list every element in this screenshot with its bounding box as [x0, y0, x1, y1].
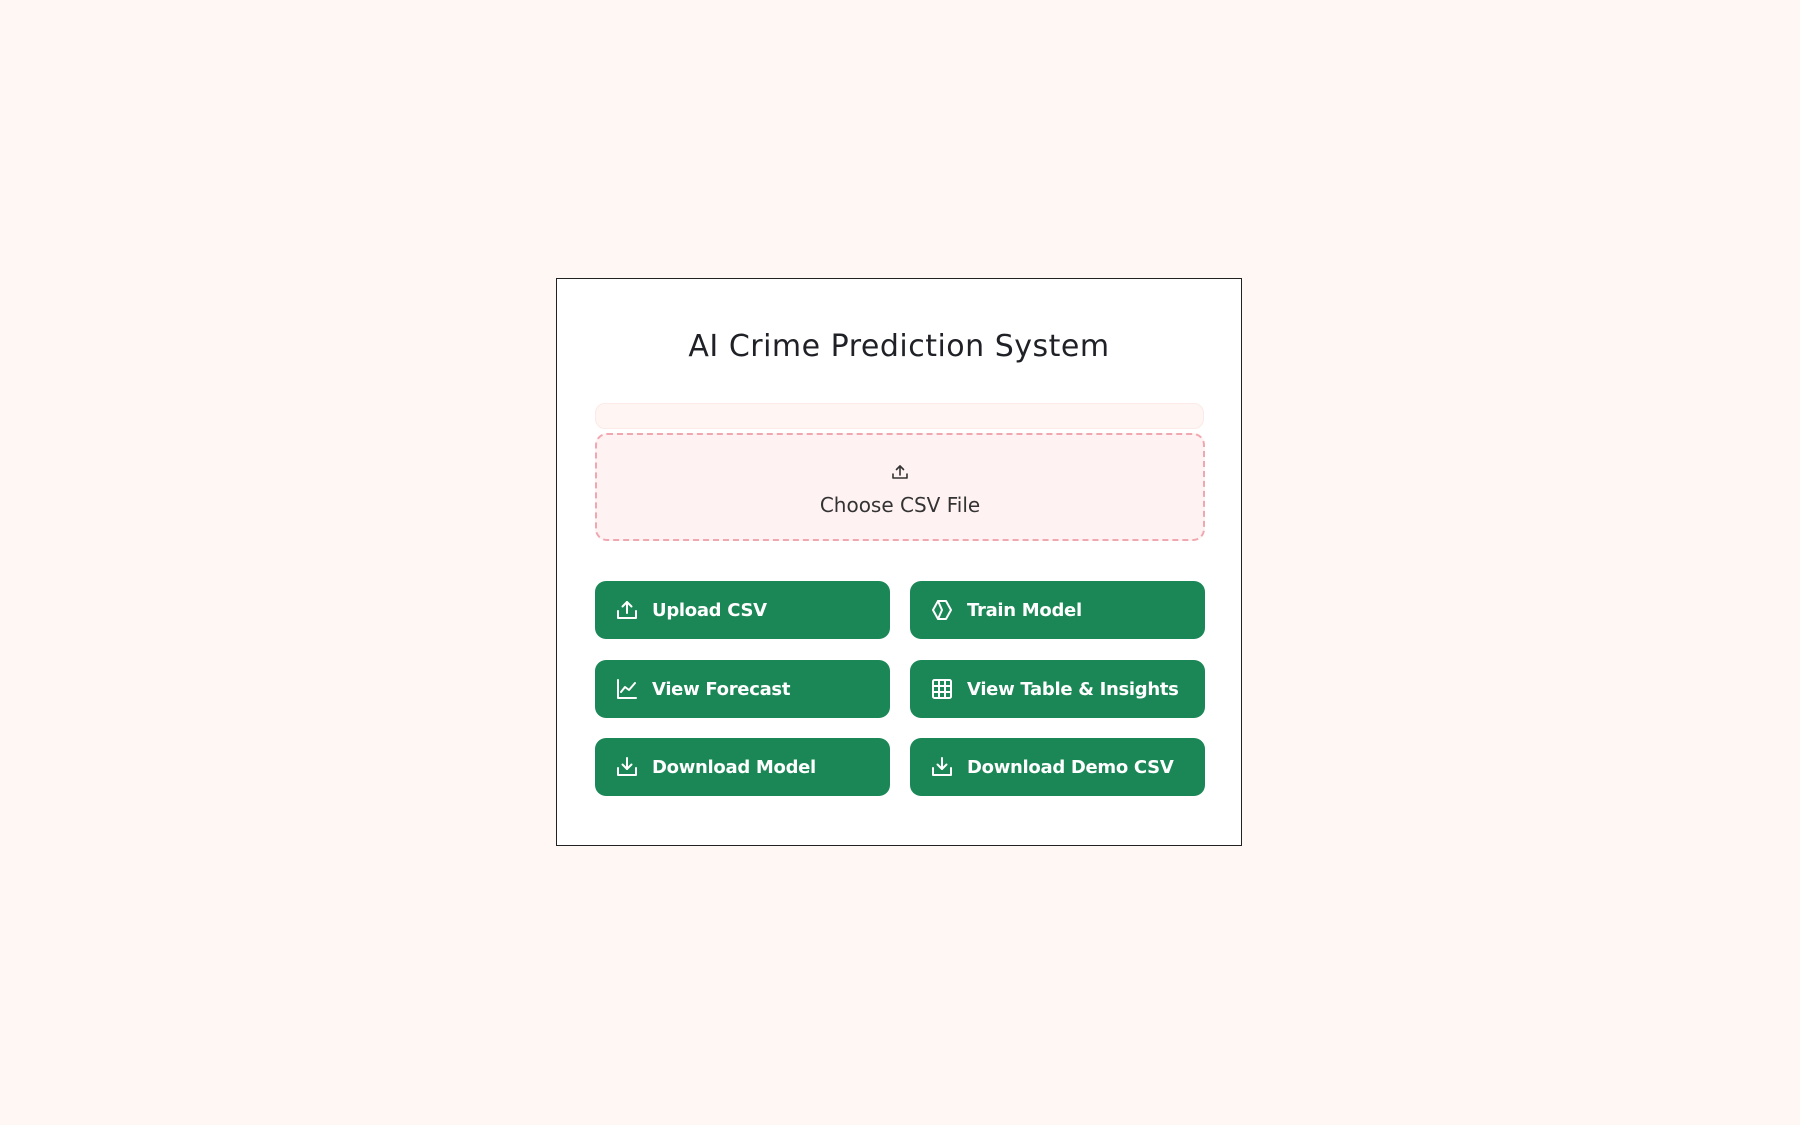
view-table-insights-button[interactable]: View Table & Insights [910, 660, 1205, 718]
download-model-label: Download Model [652, 756, 816, 778]
view-forecast-button[interactable]: View Forecast [595, 660, 890, 718]
file-input-bar[interactable] [595, 403, 1204, 429]
upload-icon [891, 464, 909, 480]
page-title: AI Crime Prediction System [688, 329, 1110, 364]
csv-file-dropzone[interactable]: Choose CSV File [595, 433, 1205, 541]
train-model-label: Train Model [967, 599, 1082, 621]
download-icon [930, 755, 954, 779]
upload-csv-label: Upload CSV [652, 599, 767, 621]
table-grid-icon [930, 677, 954, 701]
dropzone-label: Choose CSV File [819, 493, 981, 517]
upload-icon [615, 598, 639, 622]
train-model-button[interactable]: Train Model [910, 581, 1205, 639]
download-demo-csv-label: Download Demo CSV [967, 756, 1174, 778]
line-chart-icon [615, 677, 639, 701]
download-model-button[interactable]: Download Model [595, 738, 890, 796]
download-demo-csv-button[interactable]: Download Demo CSV [910, 738, 1205, 796]
view-table-insights-label: View Table & Insights [967, 678, 1179, 700]
main-card: AI Crime Prediction System Choose CSV Fi… [556, 278, 1242, 846]
upload-csv-button[interactable]: Upload CSV [595, 581, 890, 639]
download-icon [615, 755, 639, 779]
hexagon-icon [930, 598, 954, 622]
view-forecast-label: View Forecast [652, 678, 791, 700]
